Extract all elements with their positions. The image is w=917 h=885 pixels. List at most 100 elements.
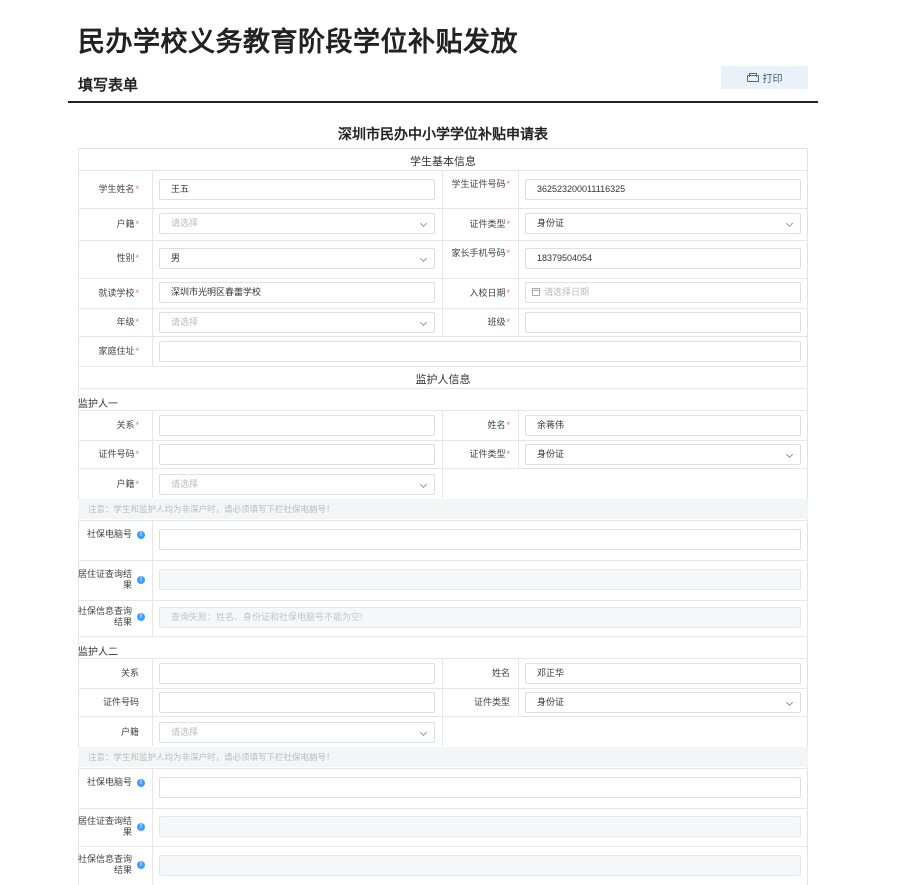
- printer-icon: [746, 73, 759, 82]
- row-divider: [78, 440, 808, 441]
- row-divider: [78, 808, 808, 809]
- info-icon[interactable]: !: [137, 778, 145, 787]
- guardian1-social-no-label: 社保电脑号!: [78, 529, 148, 540]
- guardian2-name-label: 姓名: [491, 668, 510, 678]
- chevron-down-icon: [419, 318, 428, 327]
- calendar-icon: [532, 288, 540, 296]
- guardian2-id-input[interactable]: [159, 692, 435, 713]
- info-icon[interactable]: !: [137, 613, 145, 621]
- guardian2-hukou-label: 户籍: [120, 727, 139, 737]
- class-label: 班级*: [487, 317, 510, 327]
- guardian1-social-result-label: 社保信息查询结果!: [78, 606, 148, 628]
- form-title: 深圳市民办中小学学位补贴申请表: [338, 126, 548, 142]
- parent-phone-label: 家长手机号码*: [451, 248, 510, 258]
- chevron-down-icon: [785, 450, 794, 459]
- student-hukou-select[interactable]: 请选择: [159, 213, 435, 234]
- address-input[interactable]: [159, 341, 801, 362]
- parent-phone-input[interactable]: 18379504054: [525, 248, 801, 269]
- row-divider: [78, 768, 808, 769]
- grade-select[interactable]: 请选择: [159, 312, 435, 333]
- row-divider: [78, 600, 808, 601]
- row-divider: [78, 208, 808, 209]
- guardian2-relation-input[interactable]: [159, 663, 435, 684]
- guardian2-social-no-label: 社保电脑号!: [78, 777, 148, 788]
- guardian1-relation-label: 关系*: [116, 420, 139, 430]
- column-divider: [518, 410, 519, 468]
- row-divider: [78, 366, 808, 367]
- student-gender-label: 性别*: [116, 253, 139, 263]
- guardian1-hukou-select[interactable]: 请选择: [159, 474, 435, 495]
- row-divider: [78, 240, 808, 241]
- guardian1-name-input[interactable]: 余蒋伟: [525, 415, 801, 436]
- guardian1-relation-input[interactable]: [159, 415, 435, 436]
- student-name-input[interactable]: 王五: [159, 179, 435, 200]
- row-divider: [78, 716, 808, 717]
- info-icon[interactable]: !: [137, 823, 145, 831]
- row-divider: [78, 520, 808, 521]
- guardian1-note: 注意：学生和监护人均为非深户时，请必须填写下栏社保电脑号！: [78, 499, 808, 519]
- guardian1-header: 监护人一: [78, 399, 118, 410]
- enroll-date-label: 入校日期*: [469, 288, 510, 298]
- school-input[interactable]: 深圳市光明区春蕾学校: [159, 282, 435, 303]
- row-divider: [78, 846, 808, 847]
- student-id-input[interactable]: 362523200011116325: [525, 179, 801, 200]
- student-section-header: 学生基本信息: [410, 156, 476, 168]
- row-divider: [78, 468, 808, 469]
- student-hukou-label: 户籍*: [116, 219, 139, 229]
- guardian2-id-type-label: 证件类型: [473, 697, 510, 707]
- guardian2-header: 监护人二: [78, 647, 118, 658]
- row-divider: [78, 688, 808, 689]
- row-divider: [78, 170, 808, 171]
- guardian1-id-type-label: 证件类型*: [469, 449, 510, 459]
- guardian2-note: 注意：学生和监护人均为非深户时，请必须填写下栏社保电脑号！: [78, 747, 808, 767]
- guardian1-id-label: 证件号码*: [98, 449, 139, 459]
- row-divider: [78, 658, 808, 659]
- print-button[interactable]: 打印: [721, 66, 808, 89]
- chevron-down-icon: [419, 219, 428, 228]
- student-gender-select[interactable]: 男: [159, 248, 435, 269]
- enroll-date-picker[interactable]: 请选择日期: [525, 282, 801, 303]
- student-id-label: 学生证件号码*: [451, 179, 510, 189]
- guardian1-hukou-label: 户籍*: [116, 479, 139, 489]
- guardian2-hukou-select[interactable]: 请选择: [159, 722, 435, 743]
- address-label: 家庭住址*: [98, 346, 139, 356]
- column-divider: [518, 170, 519, 336]
- row-divider: [78, 278, 808, 279]
- guardian1-id-type-select[interactable]: 身份证: [525, 444, 801, 465]
- row-divider: [78, 560, 808, 561]
- guardian1-social-no-input[interactable]: [159, 529, 801, 550]
- print-button-label: 打印: [762, 74, 783, 85]
- guardian1-id-input[interactable]: [159, 444, 435, 465]
- info-icon[interactable]: !: [137, 576, 145, 584]
- guardian-section-header: 监护人信息: [415, 374, 471, 386]
- student-name-label: 学生姓名*: [98, 184, 139, 194]
- chevron-down-icon: [419, 254, 428, 263]
- info-icon[interactable]: !: [137, 861, 145, 869]
- column-divider: [518, 658, 519, 716]
- chevron-down-icon: [785, 698, 794, 707]
- column-divider: [152, 170, 153, 366]
- info-icon[interactable]: !: [137, 530, 145, 539]
- guardian2-id-type-select[interactable]: 身份证: [525, 692, 801, 713]
- guardian2-residence-result-field: [159, 816, 801, 837]
- guardian1-residence-result-label: 居住证查询结果!: [78, 569, 148, 591]
- guardian1-residence-result-field: [159, 569, 801, 590]
- guardian2-social-no-input[interactable]: [159, 777, 801, 798]
- guardian2-social-result-label: 社保信息查询结果!: [78, 854, 148, 876]
- header-divider: [68, 101, 818, 103]
- chevron-down-icon: [785, 219, 794, 228]
- page-title: 民办学校义务教育阶段学位补贴发放: [78, 27, 518, 57]
- row-divider: [78, 308, 808, 309]
- guardian2-name-input[interactable]: 邓正华: [525, 663, 801, 684]
- class-input[interactable]: [525, 312, 801, 333]
- student-id-type-label: 证件类型*: [469, 219, 510, 229]
- row-divider: [78, 388, 808, 389]
- column-divider: [152, 658, 153, 746]
- guardian1-social-result-field: 查询失败：姓名、身份证和社保电脑号不能为空!: [159, 607, 801, 628]
- row-divider: [78, 636, 808, 637]
- column-divider: [152, 768, 153, 885]
- school-label: 就读学校*: [98, 288, 139, 298]
- student-id-type-select[interactable]: 身份证: [525, 213, 801, 234]
- guardian1-name-label: 姓名*: [487, 420, 510, 430]
- column-divider: [152, 520, 153, 636]
